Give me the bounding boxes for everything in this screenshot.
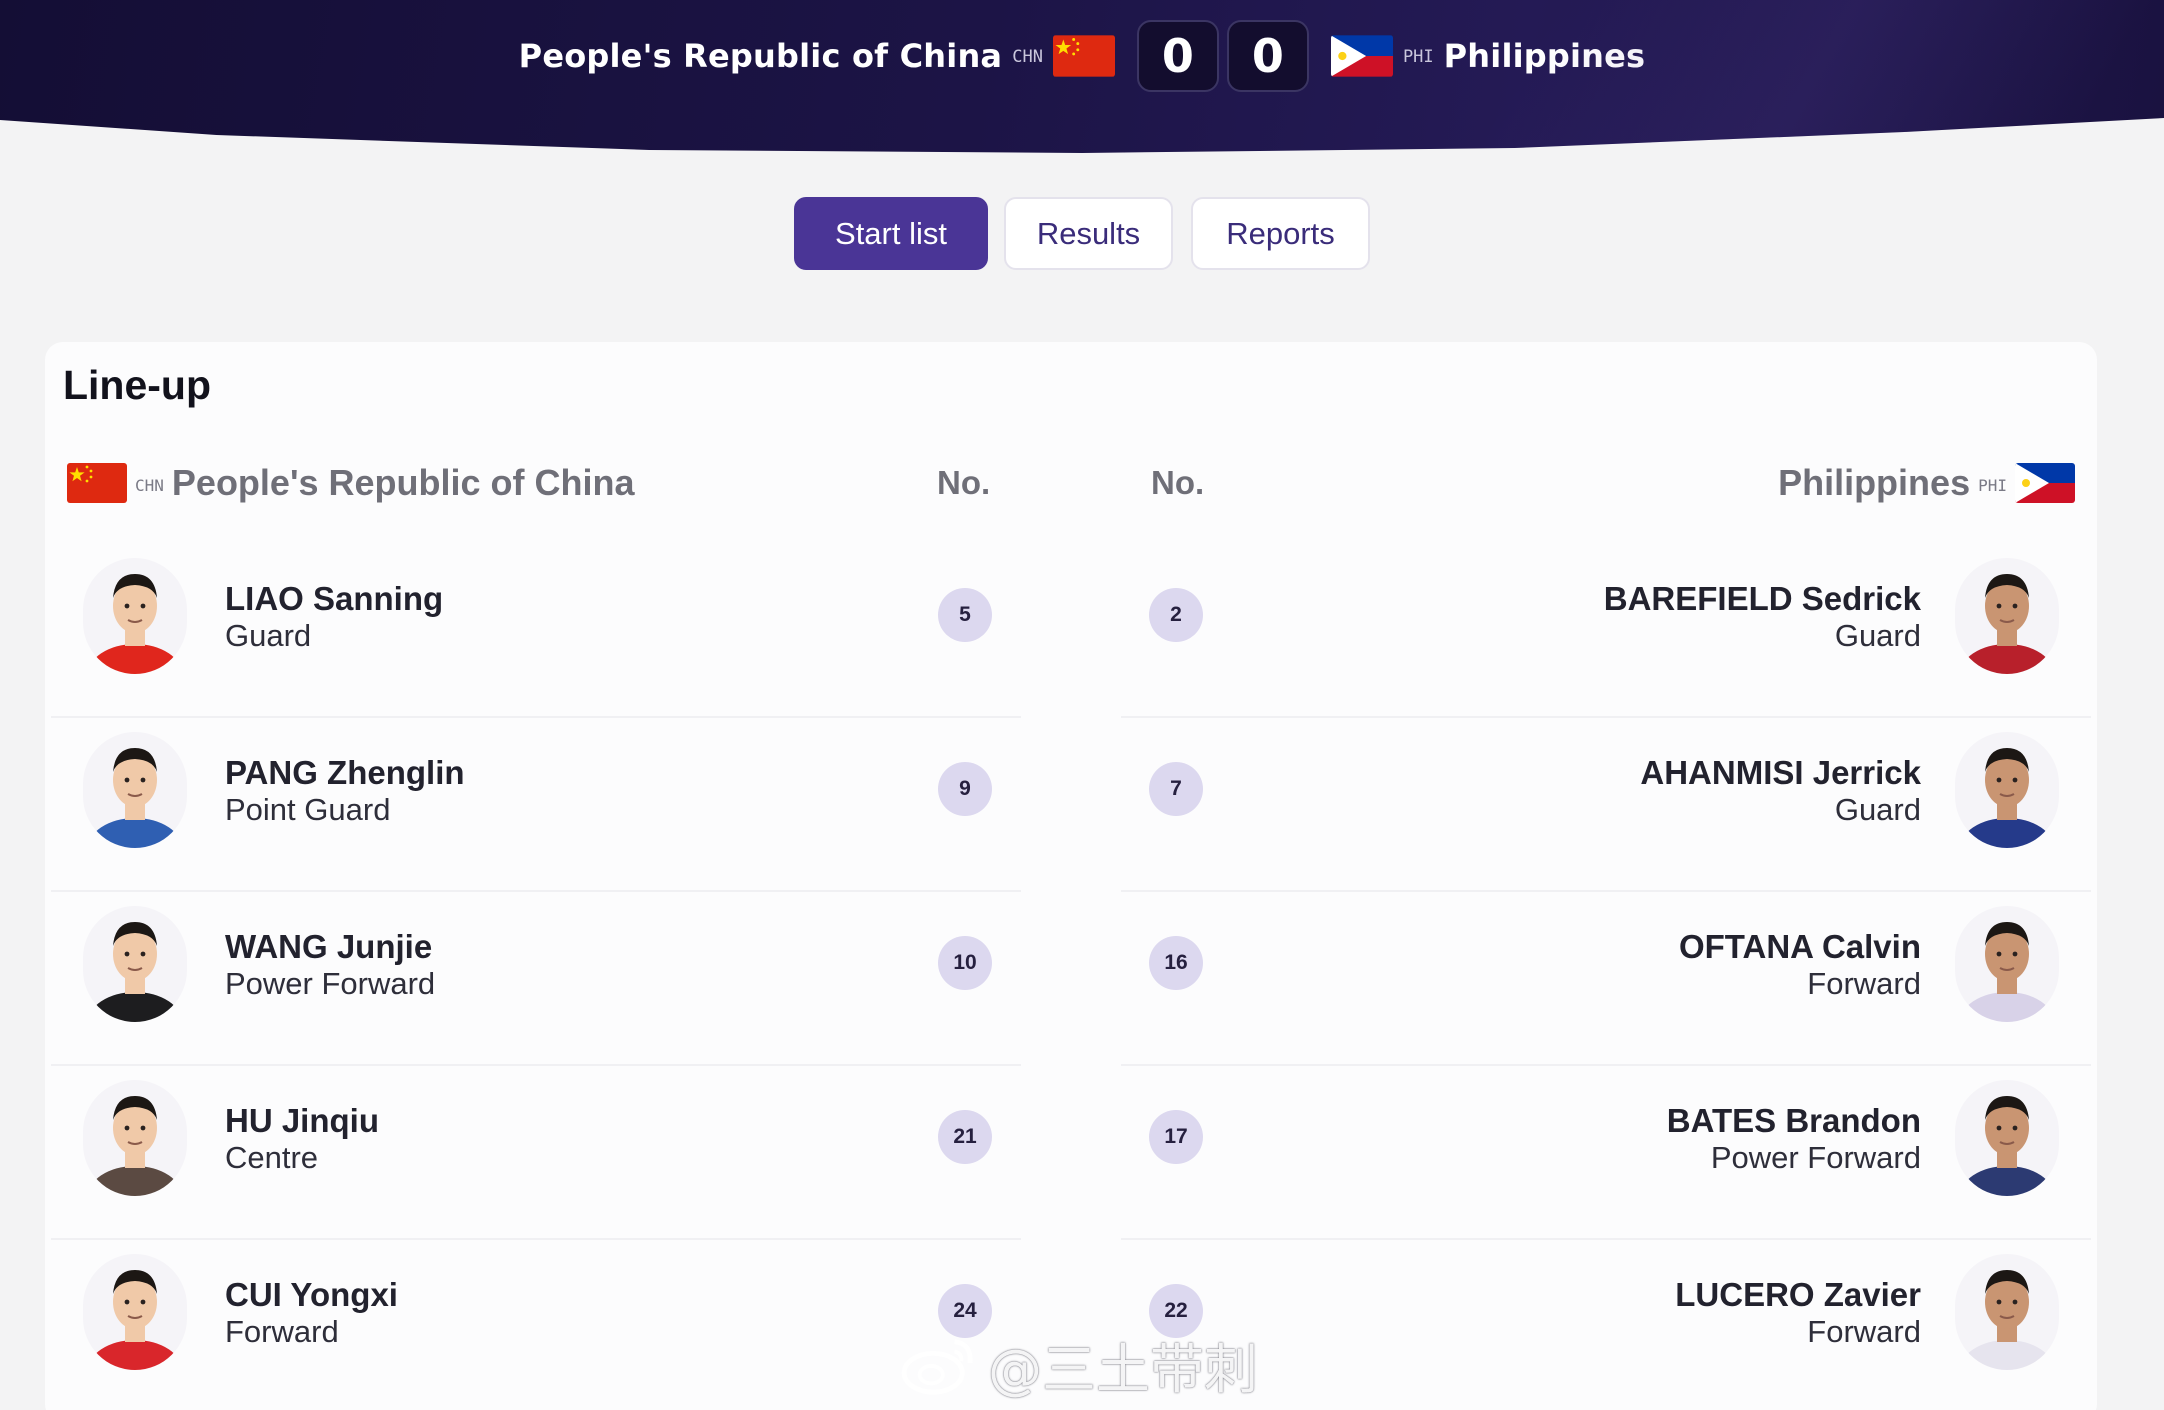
player-number-badge: 9 bbox=[938, 762, 992, 816]
player-avatar[interactable] bbox=[83, 1080, 187, 1196]
player-name[interactable]: LIAO Sanning bbox=[225, 580, 443, 618]
home-number-header: No. bbox=[937, 464, 991, 501]
home-team-name: People's Republic of China bbox=[171, 462, 635, 503]
player-position: Forward bbox=[1807, 1314, 1921, 1349]
player-position: Forward bbox=[1807, 966, 1921, 1001]
player-name[interactable]: WANG Junjie bbox=[225, 928, 432, 966]
player-number-badge: 2 bbox=[1149, 588, 1203, 642]
tab-results[interactable]: Results bbox=[1004, 197, 1173, 270]
player-position: Guard bbox=[225, 618, 312, 653]
player-position: Power Forward bbox=[1710, 1140, 1921, 1175]
player-avatar[interactable] bbox=[1955, 906, 2059, 1022]
player-number-badge: 16 bbox=[1149, 936, 1203, 990]
away-team-header: Philippines PHI bbox=[1778, 462, 2075, 504]
player-avatar[interactable] bbox=[83, 1254, 187, 1370]
player-number-badge: 7 bbox=[1149, 762, 1203, 816]
philippines-flag-icon bbox=[1330, 35, 1393, 77]
player-position: Power Forward bbox=[225, 966, 436, 1001]
player-name[interactable]: PANG Zhenglin bbox=[225, 754, 465, 792]
away-score: 0 bbox=[1226, 20, 1309, 92]
player-name[interactable]: CUI Yongxi bbox=[225, 1276, 398, 1314]
home-score: 0 bbox=[1136, 20, 1219, 92]
player-number-badge: 21 bbox=[938, 1110, 992, 1164]
score-display: 0 0 bbox=[1136, 20, 1309, 92]
player-avatar[interactable] bbox=[1955, 1254, 2059, 1370]
lineup-row: WANG Junjie Power Forward 10 16 OFTANA C… bbox=[45, 890, 2097, 1064]
player-number-badge: 17 bbox=[1149, 1110, 1203, 1164]
player-avatar[interactable] bbox=[1955, 558, 2059, 674]
watermark-text: @三土带刺 bbox=[988, 1338, 1258, 1401]
home-team[interactable]: People's Republic of China CHN bbox=[519, 35, 1115, 77]
player-avatar[interactable] bbox=[1955, 1080, 2059, 1196]
away-team-code: PHI bbox=[1978, 475, 2007, 495]
lineup-card: Line-up CHN People's Republic of China N… bbox=[45, 342, 2097, 1410]
home-team-header: CHN People's Republic of China bbox=[67, 462, 635, 504]
player-position: Guard bbox=[1834, 618, 1921, 653]
china-flag-icon bbox=[67, 463, 127, 503]
away-team-name: Philippines bbox=[1778, 462, 1971, 503]
player-position: Guard bbox=[1834, 792, 1921, 827]
player-number-badge: 5 bbox=[938, 588, 992, 642]
player-position: Point Guard bbox=[225, 792, 391, 827]
away-number-header: No. bbox=[1151, 464, 1205, 501]
player-name[interactable]: BAREFIELD Sedrick bbox=[1604, 580, 1921, 618]
player-avatar[interactable] bbox=[83, 732, 187, 848]
player-name[interactable]: HU Jinqiu bbox=[225, 1102, 379, 1140]
philippines-flag-icon bbox=[2015, 463, 2075, 503]
tab-start-list[interactable]: Start list bbox=[794, 197, 988, 270]
away-team-name: Philippines bbox=[1443, 37, 1646, 75]
away-team[interactable]: PHI Philippines bbox=[1330, 35, 1646, 77]
home-team-name: People's Republic of China bbox=[518, 37, 1003, 75]
lineup-rows: LIAO Sanning Guard 5 2 BAREFIELD Sedrick… bbox=[45, 542, 2097, 1410]
player-name[interactable]: OFTANA Calvin bbox=[1679, 928, 1921, 966]
weibo-watermark: @三土带刺 bbox=[900, 1325, 1258, 1404]
lineup-row: LIAO Sanning Guard 5 2 BAREFIELD Sedrick… bbox=[45, 542, 2097, 716]
score-row: People's Republic of China CHN 0 0 PHI P… bbox=[0, 18, 2164, 94]
weibo-logo-icon bbox=[901, 1338, 973, 1395]
player-avatar[interactable] bbox=[83, 906, 187, 1022]
player-name[interactable]: AHANMISI Jerrick bbox=[1640, 754, 1921, 792]
lineup-row: HU Jinqiu Centre 21 17 BATES Brandon Pow… bbox=[45, 1064, 2097, 1238]
player-avatar[interactable] bbox=[83, 558, 187, 674]
player-name[interactable]: BATES Brandon bbox=[1667, 1102, 1921, 1140]
china-flag-icon bbox=[1052, 35, 1115, 77]
player-number-badge: 10 bbox=[938, 936, 992, 990]
home-team-code: CHN bbox=[1012, 47, 1043, 67]
scoreboard-header: People's Republic of China CHN 0 0 PHI P… bbox=[0, 0, 2164, 153]
player-position: Centre bbox=[225, 1140, 319, 1175]
home-team-code: CHN bbox=[135, 475, 164, 495]
player-position: Forward bbox=[225, 1314, 339, 1349]
lineup-title: Line-up bbox=[63, 362, 212, 408]
lineup-row: PANG Zhenglin Point Guard 9 7 AHANMISI J… bbox=[45, 716, 2097, 890]
player-name[interactable]: LUCERO Zavier bbox=[1675, 1276, 1921, 1314]
player-avatar[interactable] bbox=[1955, 732, 2059, 848]
match-tabs: Start list Results Reports bbox=[0, 197, 2164, 270]
tab-reports[interactable]: Reports bbox=[1191, 197, 1370, 270]
away-team-code: PHI bbox=[1402, 47, 1434, 67]
